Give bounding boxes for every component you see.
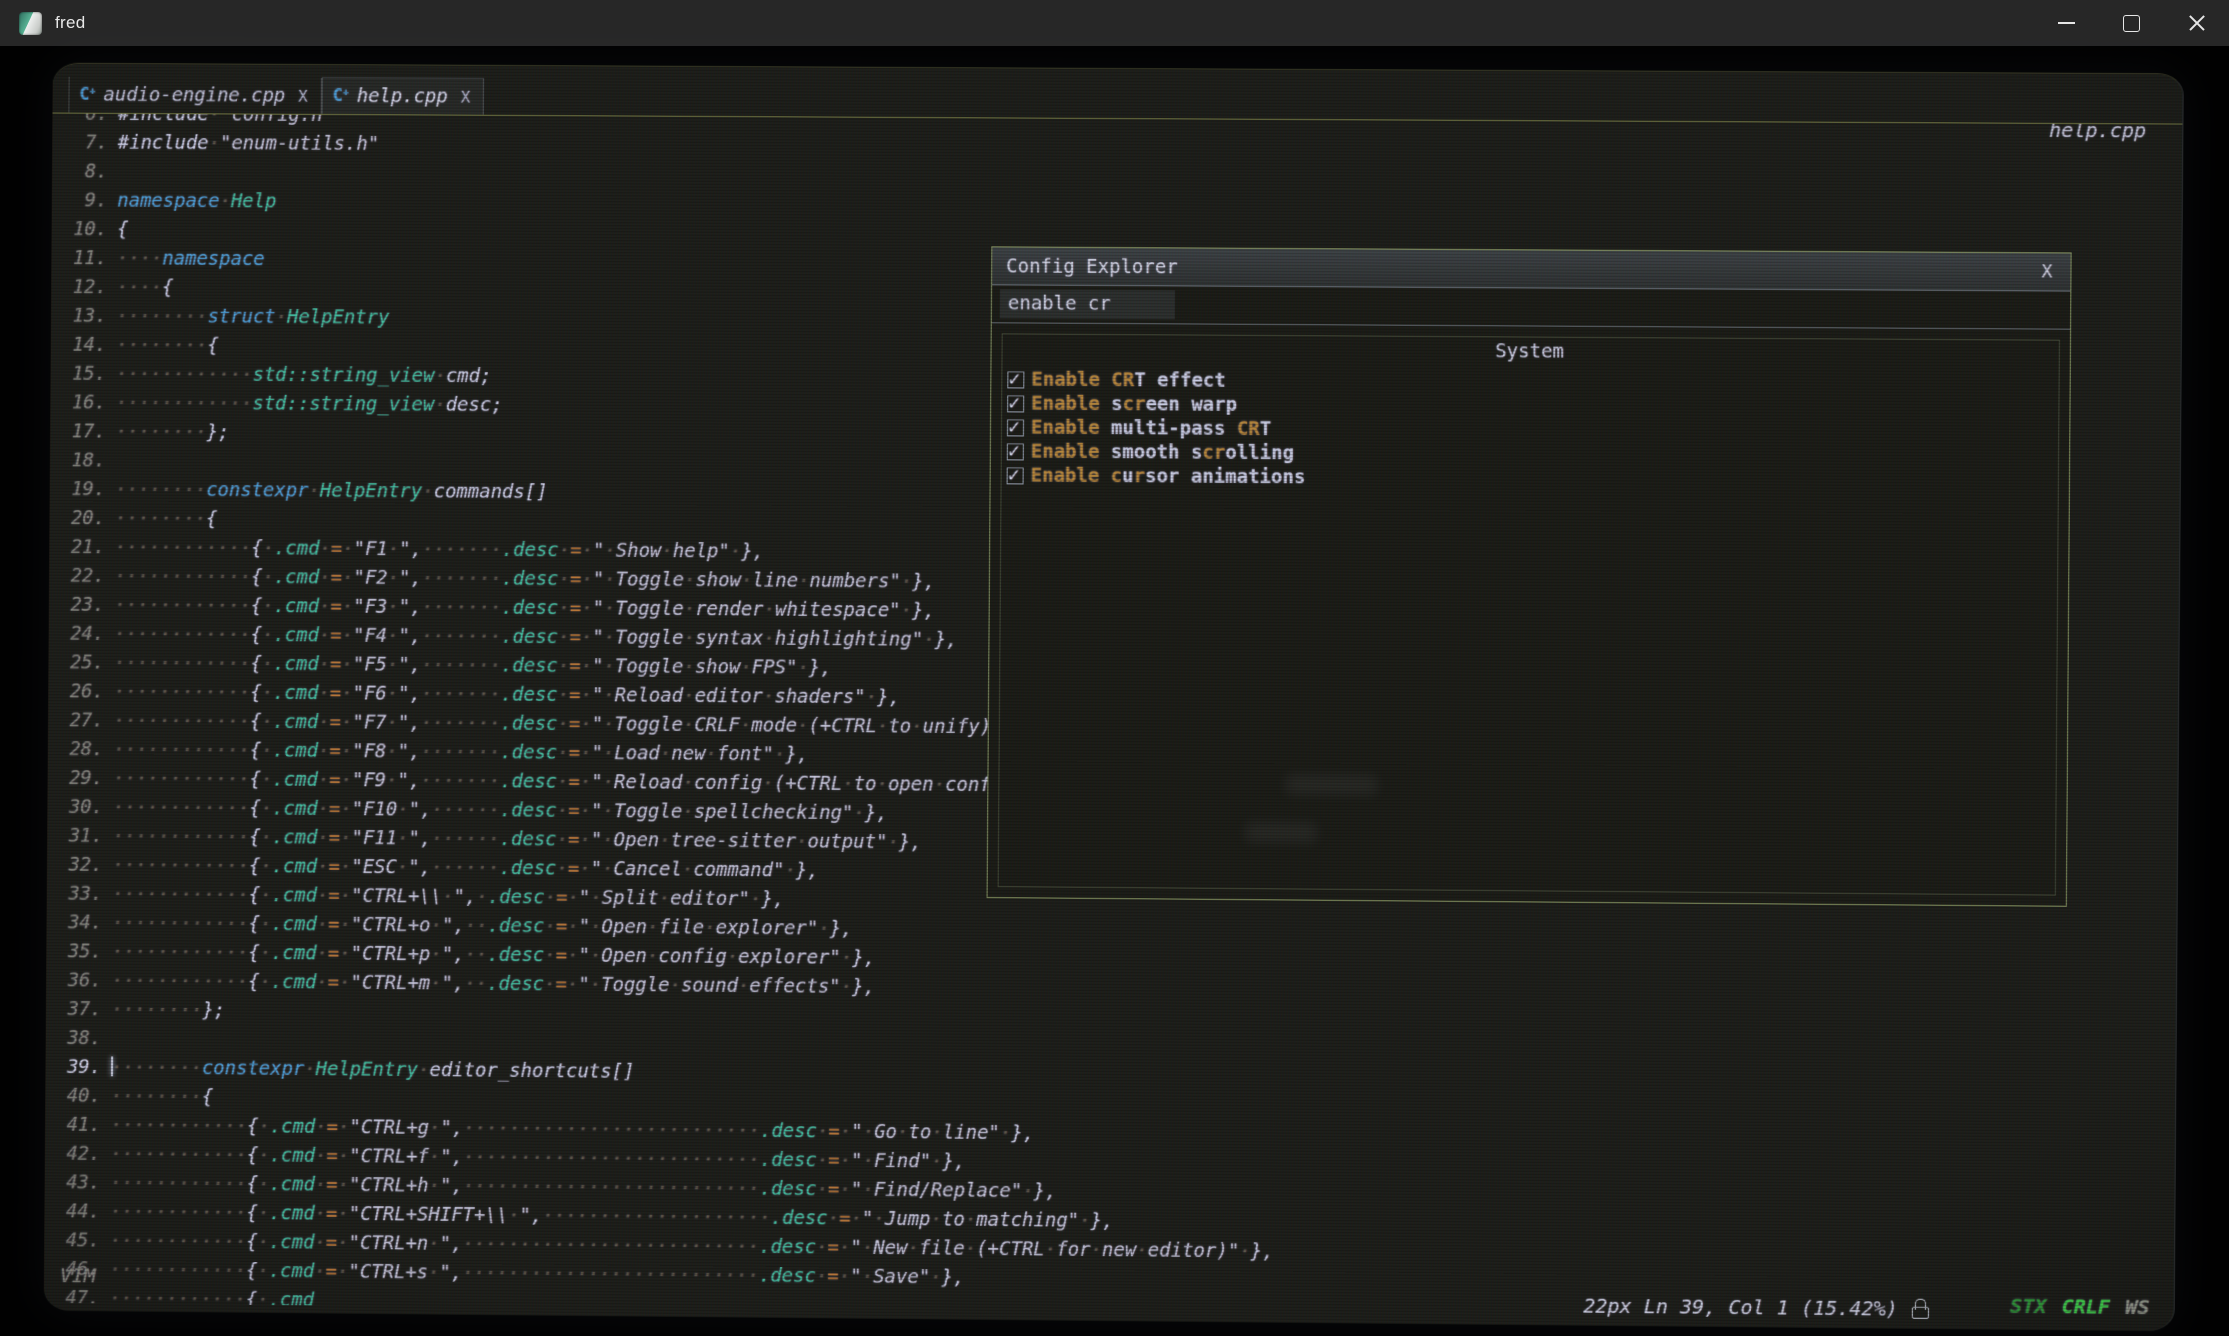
line-number: 29. — [48, 764, 104, 793]
app-icon — [19, 12, 42, 35]
line-number: 19. — [50, 475, 106, 504]
option-label: Enable cursor animations — [1031, 464, 1306, 488]
line-number: 21. — [49, 533, 105, 562]
line-number: 8. — [52, 157, 108, 186]
line-number: 9. — [52, 186, 108, 215]
close-button[interactable] — [2164, 0, 2229, 46]
line-number: 22. — [49, 562, 105, 591]
line-number: 14. — [51, 331, 107, 360]
minimize-icon — [2058, 22, 2075, 24]
status-flag-CRLF[interactable]: CRLF — [2062, 1294, 2111, 1319]
status-mode-indicator: VIM — [60, 1263, 96, 1287]
status-position-group: 22px Ln 39, Col 1 (15.42%) — [1583, 1294, 1928, 1321]
line-number: 32. — [47, 851, 103, 880]
line-number: 18. — [50, 446, 106, 475]
option-label: Enable smooth scrolling — [1031, 440, 1294, 464]
ghost-artifact — [1285, 774, 1377, 795]
tab-close-icon[interactable]: X — [294, 86, 308, 105]
editor-surface: C+audio-engine.cppXC+help.cppX help.cpp … — [44, 63, 2184, 1332]
status-flags: STX CRLF WS — [2010, 1294, 2150, 1319]
cpp-file-icon: C+ — [333, 88, 348, 105]
line-number: 43. — [45, 1168, 101, 1197]
line-number: 25. — [48, 648, 104, 677]
line-number: 40. — [45, 1082, 101, 1111]
line-number: 39. — [45, 1053, 101, 1082]
line-number: 34. — [46, 908, 102, 937]
line-number: 37. — [46, 995, 102, 1024]
checkbox[interactable]: ✓ — [1007, 443, 1024, 460]
section-header: System — [1003, 337, 2059, 365]
tab-label: audio-engine.cpp — [103, 84, 285, 107]
tab-label: help.cpp — [357, 85, 448, 107]
tab-close-icon[interactable]: X — [457, 87, 471, 106]
option-label: Enable screen warp — [1031, 393, 1237, 416]
line-number: 33. — [47, 879, 103, 908]
dialog-search-row: enable cr — [992, 285, 2071, 329]
status-flag-STX[interactable]: STX — [2010, 1294, 2047, 1318]
cpp-file-icon: C+ — [79, 86, 94, 103]
line-number: 16. — [50, 388, 106, 417]
status-flag-WS[interactable]: WS — [2125, 1295, 2149, 1319]
line-number: 36. — [46, 966, 102, 995]
line-number: 41. — [45, 1111, 101, 1140]
line-number: 44. — [44, 1197, 100, 1226]
line-number: 35. — [46, 937, 102, 966]
checkbox[interactable]: ✓ — [1007, 467, 1024, 484]
check-icon: ✓ — [1008, 390, 1020, 414]
maximize-button[interactable] — [2099, 0, 2164, 46]
line-number: 15. — [50, 360, 106, 389]
dialog-close-icon[interactable]: X — [2037, 261, 2056, 282]
check-icon: ✓ — [1008, 438, 1020, 462]
line-number: 28. — [48, 735, 104, 764]
line-number: 23. — [49, 591, 105, 620]
dialog-titlebar[interactable]: Config Explorer X — [992, 247, 2071, 291]
dialog-title: Config Explorer — [1006, 255, 1178, 278]
option-label: Enable multi-pass CRT — [1031, 416, 1271, 440]
ghost-artifact — [1245, 822, 1317, 843]
line-number: 42. — [45, 1139, 101, 1168]
line-number: 27. — [48, 706, 104, 735]
config-explorer-dialog: Config Explorer X enable cr System ✓ Enab… — [987, 246, 2072, 906]
window-controls — [2034, 0, 2229, 46]
window-title: fred — [55, 13, 86, 33]
line-number: 7. — [52, 128, 108, 157]
check-icon: ✓ — [1008, 366, 1020, 390]
search-input[interactable]: enable cr — [1000, 289, 1175, 319]
lock-icon[interactable] — [1912, 1299, 1928, 1319]
line-number: 31. — [47, 822, 103, 851]
check-icon: ✓ — [1008, 462, 1020, 486]
line-number: 11. — [51, 244, 107, 273]
checkbox[interactable]: ✓ — [1007, 395, 1024, 412]
close-icon — [2188, 14, 2206, 32]
line-number: 20. — [49, 504, 105, 533]
line-number: 10. — [52, 215, 108, 244]
line-number: 47. — [44, 1284, 100, 1313]
line-number: 45. — [44, 1226, 100, 1255]
checkbox[interactable]: ✓ — [1007, 419, 1024, 436]
os-titlebar: fred — [0, 0, 2229, 46]
check-icon: ✓ — [1008, 414, 1020, 438]
line-number: 12. — [51, 273, 107, 302]
status-position-text: 22px Ln 39, Col 1 (15.42%) — [1583, 1294, 1898, 1321]
line-number: 13. — [51, 302, 107, 331]
maximize-icon — [2123, 15, 2140, 32]
dialog-option-panel: System ✓ Enable CRT effect ✓ Enable screen … — [998, 333, 2060, 895]
line-number: 17. — [50, 417, 106, 446]
tab-audio-engine.cpp[interactable]: C+ audio-engine.cpp X — [68, 77, 321, 114]
line-number: 24. — [49, 619, 105, 648]
line-number: 26. — [48, 677, 104, 706]
line-number: 38. — [46, 1024, 102, 1053]
tab-help.cpp[interactable]: C+ help.cpp X — [322, 77, 485, 115]
app-window: fred C+audio-engine.cppXC+help.cppX help… — [0, 0, 2229, 1336]
line-number: 30. — [47, 793, 103, 822]
option-label: Enable CRT effect — [1031, 369, 1226, 392]
crt-screen: C+audio-engine.cppXC+help.cppX help.cpp … — [0, 46, 2229, 1336]
minimize-button[interactable] — [2034, 0, 2099, 46]
checkbox[interactable]: ✓ — [1007, 371, 1024, 388]
option-list: ✓ Enable CRT effect ✓ Enable screen warp ✓ En… — [1002, 367, 2059, 494]
